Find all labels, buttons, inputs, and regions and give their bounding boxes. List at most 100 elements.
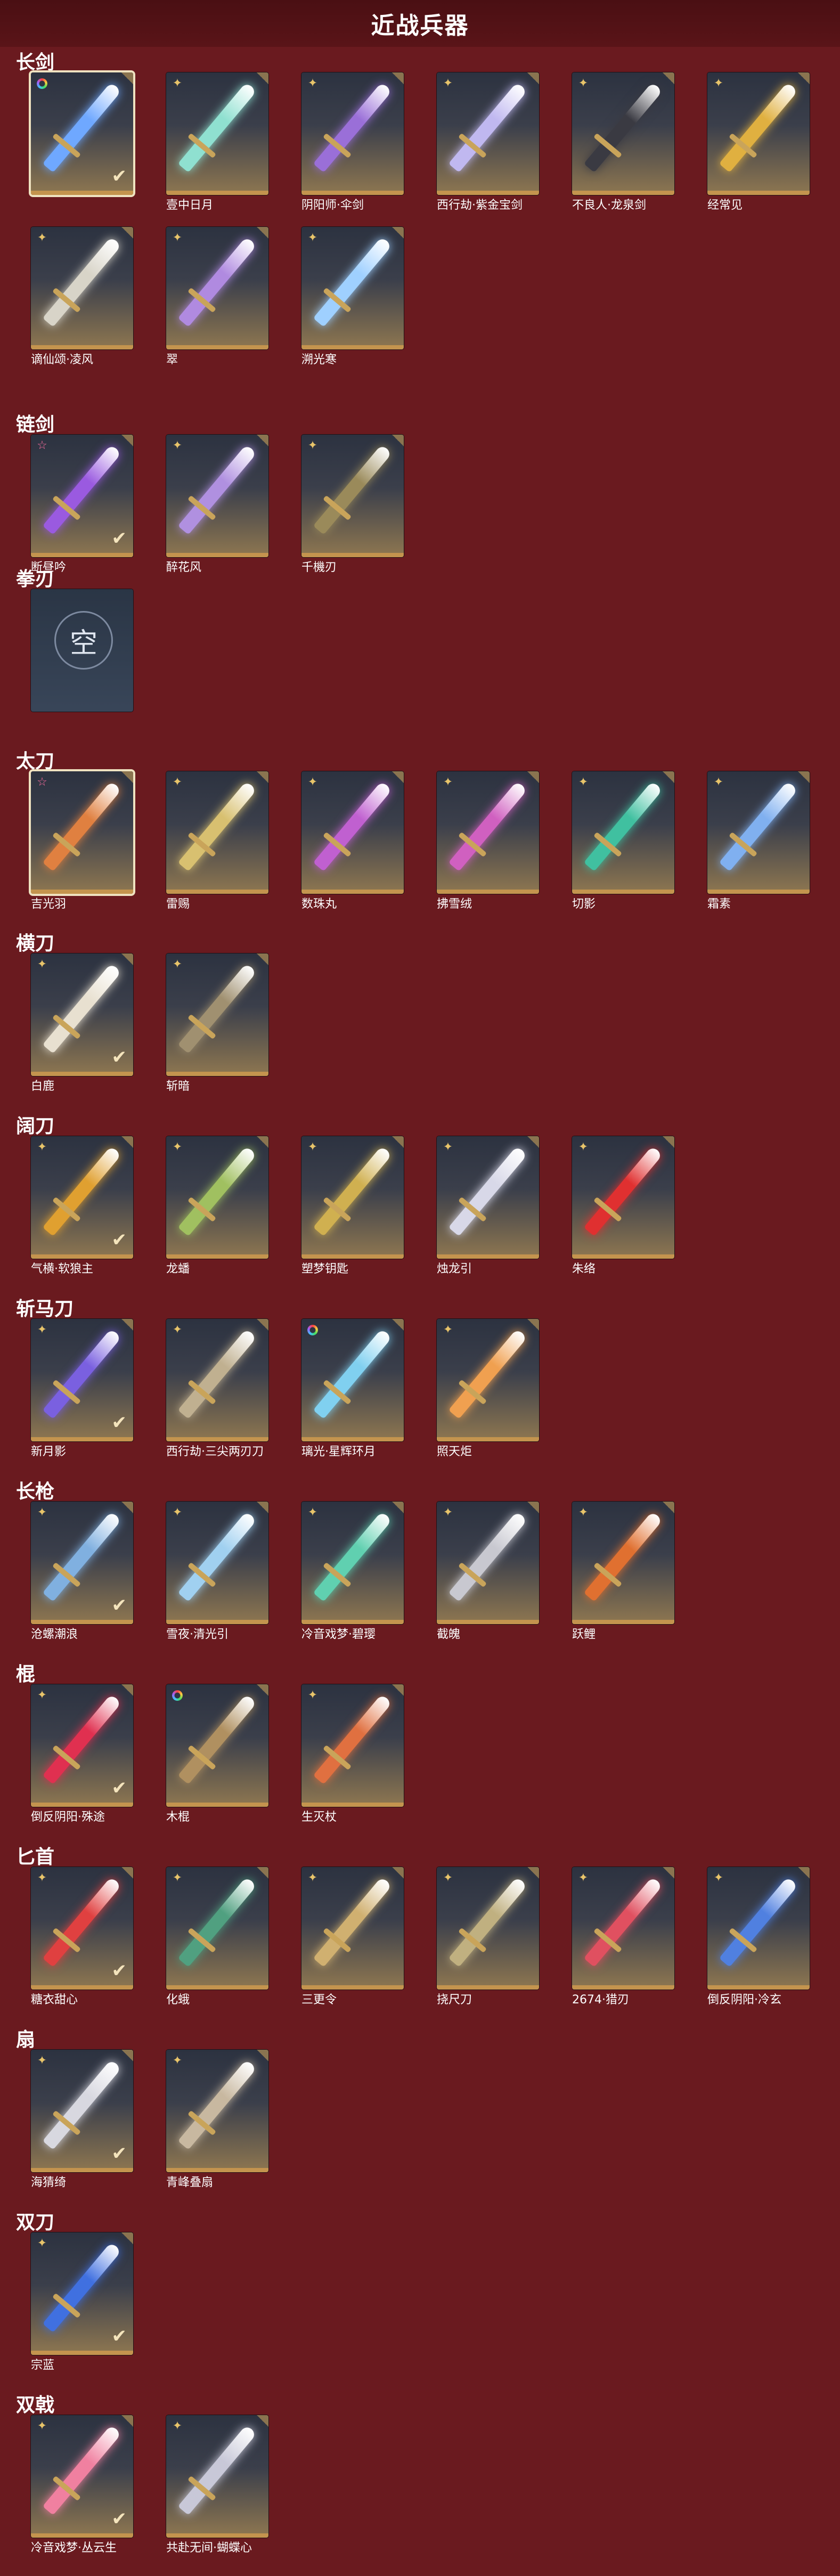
weapon-thumbnail[interactable]: ✦ [437,1319,539,1441]
weapon-card[interactable]: ✦ ✔ 沧螺潮浪 [31,1502,136,1642]
weapon-card[interactable]: ✦ 龙蟠 [166,1136,272,1277]
weapon-thumbnail[interactable] [166,1684,268,1807]
weapon-card[interactable]: ✦ ✔ 糖衣甜心 [31,1867,136,2008]
weapon-card[interactable]: ✦ ✔ 海猜绮 [31,2050,136,2190]
weapon-thumbnail[interactable]: ✦ ✔ [31,1684,133,1807]
weapon-thumbnail[interactable]: ✦ [166,2050,268,2172]
weapon-thumbnail[interactable]: ✦ [301,1684,404,1807]
weapon-card[interactable]: ✦ 生灭杖 [301,1684,407,1825]
weapon-thumbnail[interactable]: ✦ ✔ [31,2050,133,2172]
weapon-card[interactable]: ✦ 朱络 [572,1136,678,1277]
weapon-card[interactable]: ✦ 青峰叠扇 [166,2050,272,2190]
weapon-card[interactable]: ✦ 化蛾 [166,1867,272,2008]
weapon-thumbnail[interactable]: ✦ [166,771,268,894]
weapon-card[interactable]: ☆ ✔ 断昼吟 [31,435,136,575]
weapon-card[interactable]: ✦ ✔ 倒反阴阳·殊途 [31,1684,136,1825]
weapon-card[interactable]: ✦ 拂雪绒 [437,771,542,912]
weapon-thumbnail[interactable]: ✦ [572,1136,674,1259]
weapon-card[interactable]: ✦ ✔ 冷音戏梦·丛云生 [31,2415,136,2556]
weapon-thumbnail[interactable]: ✦ [437,1502,539,1624]
weapon-thumbnail[interactable]: ✦ [707,1867,810,1990]
weapon-card[interactable]: ✦ 千機刃 [301,435,407,575]
weapon-thumbnail[interactable]: ✦ ✔ [31,1502,133,1624]
weapon-card[interactable]: 木棍 [166,1684,272,1825]
weapon-card[interactable]: ✦ 数珠丸 [301,771,407,912]
weapon-card[interactable]: ✦ ✔ 新月影 [31,1319,136,1460]
weapon-card[interactable]: ✦ 霜素 [707,771,813,912]
weapon-card[interactable]: ✔ [31,72,136,198]
weapon-thumbnail[interactable]: ✦ ✔ [31,1867,133,1990]
weapon-thumbnail[interactable]: ✦ ✔ [31,2232,133,2355]
weapon-thumbnail[interactable]: ✦ [707,72,810,195]
weapon-card[interactable]: ✦ 经常见 [707,72,813,213]
weapon-card[interactable]: ✦ 溯光寒 [301,227,407,368]
weapon-thumbnail[interactable]: ✦ [166,1136,268,1259]
weapon-thumbnail[interactable]: ✦ [166,72,268,195]
weapon-card[interactable]: ✦ 塑梦钥匙 [301,1136,407,1277]
weapon-thumbnail[interactable]: ✦ [166,227,268,349]
weapon-card[interactable]: ✦ 西行劫·紫金宝剑 [437,72,542,213]
weapon-thumbnail[interactable]: ✦ [166,1319,268,1441]
weapon-thumbnail[interactable]: ✦ ✔ [31,2415,133,2538]
four-point-star-icon: ✦ [713,77,724,90]
corner-tab [392,227,404,239]
weapon-thumbnail[interactable]: ✦ [301,1502,404,1624]
weapon-thumbnail[interactable]: ✦ [301,771,404,894]
weapon-card[interactable]: ✦ 阴阳师·伞剑 [301,72,407,213]
weapon-card[interactable]: ✦ 跃鲤 [572,1502,678,1642]
weapon-thumbnail[interactable]: ✦ [301,435,404,557]
weapon-card[interactable]: ✦ 切影 [572,771,678,912]
weapon-thumbnail[interactable]: 空 [31,589,133,712]
weapon-card[interactable]: ✦ 冷音戏梦·碧璎 [301,1502,407,1642]
weapon-thumbnail[interactable]: ✦ [437,1867,539,1990]
weapon-card[interactable]: ✦ 烛龙引 [437,1136,542,1277]
weapon-card[interactable]: ✦ 照天炬 [437,1319,542,1460]
weapon-card[interactable]: ✦ 翠 [166,227,272,368]
weapon-card[interactable]: ✦ 2674·猎刃 [572,1867,678,2008]
weapon-thumbnail[interactable]: ☆ ✔ [31,435,133,557]
weapon-card[interactable]: ✦ ✔ 白鹿 [31,953,136,1094]
weapon-card[interactable]: ✦ 壹中日月 [166,72,272,213]
weapon-thumbnail[interactable]: ✦ [437,1136,539,1259]
weapon-thumbnail[interactable]: ✦ [572,1867,674,1990]
weapon-thumbnail[interactable]: ✦ [166,1867,268,1990]
weapon-thumbnail[interactable]: ✦ [301,227,404,349]
weapon-thumbnail[interactable]: ✦ [166,435,268,557]
weapon-thumbnail[interactable]: ✦ ✔ [31,1319,133,1441]
weapon-card[interactable]: ✦ 三更令 [301,1867,407,2008]
weapon-card[interactable]: ✦ 斩暗 [166,953,272,1094]
weapon-thumbnail[interactable]: ✦ [572,1502,674,1624]
weapon-thumbnail[interactable]: ✔ [31,72,133,195]
weapon-thumbnail[interactable]: ✦ [166,1502,268,1624]
weapon-thumbnail[interactable] [301,1319,404,1441]
weapon-thumbnail[interactable]: ✦ [301,72,404,195]
weapon-card[interactable]: ✦ 倒反阴阳·冷玄 [707,1867,813,2008]
weapon-thumbnail[interactable]: ✦ [572,771,674,894]
weapon-card[interactable]: ✦ 谪仙颂·凌风 [31,227,136,368]
weapon-card[interactable]: ✦ 挠尺刀 [437,1867,542,2008]
weapon-thumbnail[interactable]: ✦ [572,72,674,195]
weapon-card[interactable]: 璃光·星辉环月 [301,1319,407,1460]
weapon-thumbnail[interactable]: ✦ ✔ [31,1136,133,1259]
weapon-thumbnail[interactable]: ✦ [166,2415,268,2538]
weapon-card[interactable]: ✦ 雷赐 [166,771,272,912]
weapon-thumbnail[interactable]: ✦ [437,72,539,195]
weapon-thumbnail[interactable]: ✦ [301,1867,404,1990]
weapon-card[interactable]: ✦ 截魄 [437,1502,542,1642]
weapon-thumbnail[interactable]: ☆ [31,771,133,894]
weapon-thumbnail[interactable]: ✦ [166,953,268,1076]
weapon-card[interactable]: ✦ ✔ 宗蓝 [31,2232,136,2373]
weapon-card[interactable]: 空 [31,589,136,715]
weapon-card[interactable]: ✦ 醉花风 [166,435,272,575]
weapon-card[interactable]: ✦ 雪夜·清光引 [166,1502,272,1642]
weapon-card[interactable]: ✦ 西行劫·三尖两刃刀 [166,1319,272,1460]
weapon-card[interactable]: ✦ ✔ 气横·软狼主 [31,1136,136,1277]
weapon-thumbnail[interactable]: ✦ [437,771,539,894]
weapon-thumbnail[interactable]: ✦ [301,1136,404,1259]
weapon-card[interactable]: ☆ 吉光羽 [31,771,136,912]
weapon-thumbnail[interactable]: ✦ [31,227,133,349]
weapon-card[interactable]: ✦ 共赴无间·蝴蝶心 [166,2415,272,2556]
weapon-thumbnail[interactable]: ✦ ✔ [31,953,133,1076]
weapon-card[interactable]: ✦ 不良人·龙泉剑 [572,72,678,213]
weapon-thumbnail[interactable]: ✦ [707,771,810,894]
